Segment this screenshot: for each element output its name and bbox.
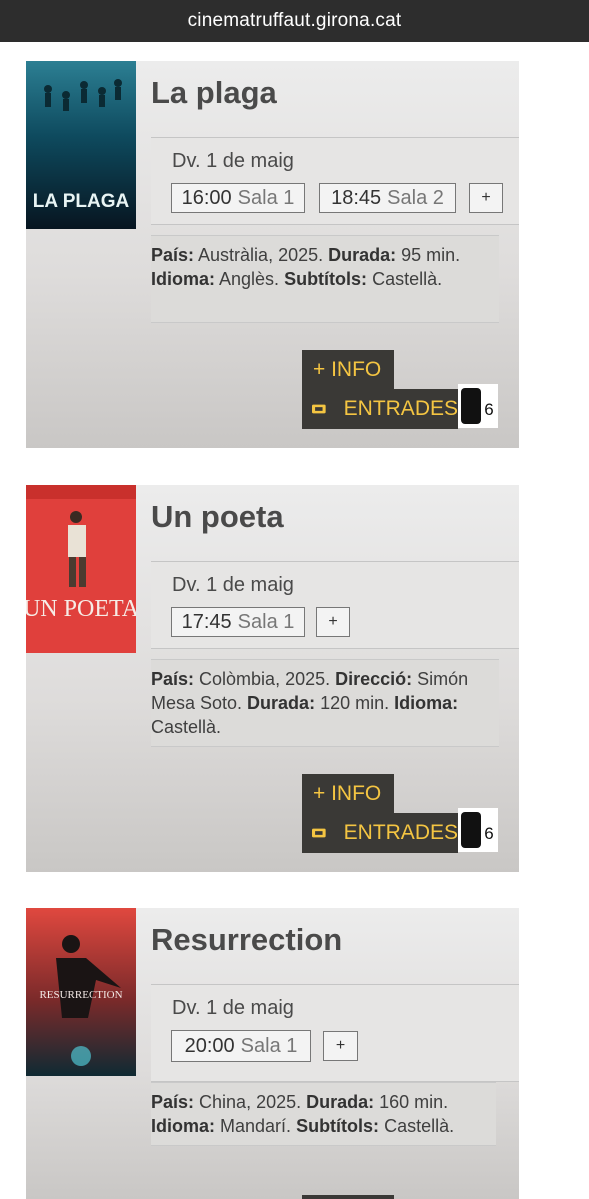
session-time: 18:45 <box>331 186 382 209</box>
info-value: China, 2025. <box>194 1092 307 1112</box>
film-poster[interactable]: UN POETA <box>26 485 136 653</box>
more-info-button-edge[interactable] <box>302 1195 394 1199</box>
film-title[interactable]: La plaga <box>151 75 277 111</box>
age-rating-number: 6 <box>484 400 493 419</box>
film-info: País: Colòmbia, 2025. Direcció: Simón Me… <box>151 659 499 747</box>
film-card: RESURRECTION Resurrection Dv. 1 de maig … <box>26 908 519 1199</box>
session-button[interactable]: 16:00 Sala 1 <box>171 183 305 213</box>
info-value: 120 min. <box>315 693 395 713</box>
info-label: Durada: <box>328 245 397 265</box>
poster-title-text: UN POETA <box>26 596 136 622</box>
browser-url-bar[interactable]: cinematruffaut.girona.cat <box>0 0 589 42</box>
more-sessions-button[interactable]: + <box>316 607 350 637</box>
tickets-label: ENTRADES <box>343 821 458 844</box>
session-room: Sala 1 <box>237 186 295 209</box>
info-label: País: <box>151 669 195 689</box>
film-title[interactable]: Resurrection <box>151 922 342 958</box>
more-sessions-button[interactable]: + <box>469 183 503 213</box>
age-rating-number: 6 <box>484 824 493 843</box>
info-label: Subtítols: <box>284 269 368 289</box>
film-info: País: Austràlia, 2025. Durada: 95 min. I… <box>151 235 499 323</box>
info-value: 160 min. <box>374 1092 449 1112</box>
session-button[interactable]: 17:45 Sala 1 <box>171 607 305 637</box>
film-title[interactable]: Un poeta <box>151 499 284 535</box>
poster-image-la-plaga: LA PLAGA <box>26 61 136 229</box>
sessions-box: Dv. 1 de maig 17:45 Sala 1 + <box>151 561 519 649</box>
poster-image-un-poeta: UN POETA <box>26 485 136 653</box>
film-poster[interactable]: LA PLAGA <box>26 61 136 229</box>
info-value: Castellà. <box>151 717 222 737</box>
age-rating-badge: 6 <box>458 384 498 428</box>
info-label: País: <box>151 245 195 265</box>
ticket-icon <box>312 404 326 414</box>
session-room: Sala 1 <box>240 1034 298 1057</box>
sessions-box: Dv. 1 de maig 16:00 Sala 1 18:45 Sala 2 … <box>151 137 519 225</box>
url-text: cinematruffaut.girona.cat <box>187 10 402 31</box>
info-label: País: <box>151 1092 195 1112</box>
session-date: Dv. 1 de maig <box>172 997 294 1019</box>
info-value: Mandarí. <box>215 1116 297 1136</box>
sessions-box: Dv. 1 de maig 20:00 Sala 1 + <box>151 984 519 1082</box>
poster-image-resurrection: RESURRECTION <box>26 908 136 1076</box>
poster-title-text: LA PLAGA <box>33 191 130 212</box>
info-label: Subtítols: <box>296 1116 380 1136</box>
session-room: Sala 1 <box>237 610 295 633</box>
info-value: Colòmbia, 2025. <box>194 669 336 689</box>
more-info-button[interactable]: + INFO <box>302 774 394 813</box>
session-time: 20:00 <box>184 1034 235 1057</box>
session-button[interactable]: 20:00 Sala 1 <box>171 1030 311 1062</box>
info-label: Idioma: <box>394 693 459 713</box>
tickets-button[interactable]: ENTRADES <box>302 389 458 429</box>
info-label: Idioma: <box>151 269 216 289</box>
info-label: Direcció: <box>335 669 413 689</box>
session-button[interactable]: 18:45 Sala 2 <box>319 183 456 213</box>
session-room: Sala 2 <box>387 186 444 209</box>
film-info: País: China, 2025. Durada: 160 min. Idio… <box>151 1082 496 1146</box>
film-card: UN POETA Un poeta Dv. 1 de maig 17:45 Sa… <box>26 485 519 872</box>
session-time: 17:45 <box>181 610 232 633</box>
info-value: Castellà. <box>379 1116 455 1136</box>
poster-title-text: RESURRECTION <box>39 989 122 1001</box>
more-info-button[interactable]: + INFO <box>302 350 394 389</box>
info-value: Anglès. <box>215 269 285 289</box>
more-sessions-button[interactable]: + <box>323 1031 358 1061</box>
session-date: Dv. 1 de maig <box>172 150 294 172</box>
info-label: Durada: <box>306 1092 375 1112</box>
film-poster[interactable]: RESURRECTION <box>26 908 136 1076</box>
info-value: Austràlia, 2025. <box>194 245 329 265</box>
info-label: Durada: <box>247 693 316 713</box>
tickets-button[interactable]: ENTRADES <box>302 813 458 853</box>
info-value: 95 min. <box>396 245 461 265</box>
info-label: Idioma: <box>151 1116 216 1136</box>
tickets-label: ENTRADES <box>343 397 458 420</box>
session-date: Dv. 1 de maig <box>172 574 294 596</box>
age-rating-badge: 6 <box>458 808 498 852</box>
film-card: LA PLAGA La plaga Dv. 1 de maig 16:00 Sa… <box>26 61 519 448</box>
info-value: Castellà. <box>367 269 443 289</box>
session-time: 16:00 <box>181 186 232 209</box>
ticket-icon <box>312 828 326 838</box>
